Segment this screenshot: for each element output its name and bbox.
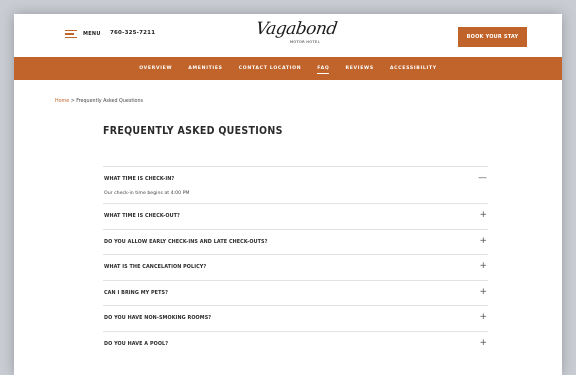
faq-question: DO YOU HAVE A POOL? [104, 340, 169, 347]
faq-item[interactable]: CAN I BRING MY PETS? + [103, 279, 488, 306]
breadcrumb-home-link[interactable]: Home [55, 99, 69, 104]
breadcrumb-current: Frequently Asked Questions [76, 99, 144, 104]
faq-question: WHAT TIME IS CHECK-OUT? [104, 213, 180, 219]
site-logo[interactable]: Vagabond MOTOR HOTEL [254, 18, 339, 52]
nav-item-faq[interactable]: FAQ [317, 66, 330, 74]
menu-label: MENU [83, 31, 101, 37]
nav-item-contact-location[interactable]: CONTACT LOCATION [239, 66, 302, 71]
plus-icon[interactable]: + [479, 338, 487, 348]
page-title: FREQUENTLY ASKED QUESTIONS [103, 125, 283, 137]
plus-icon[interactable]: + [479, 236, 487, 246]
faq-answer: Our check-in time begins at 4:00 PM [104, 191, 190, 196]
faq-question: WHAT IS THE CANCELATION POLICY? [104, 264, 207, 271]
faq-item[interactable]: WHAT IS THE CANCELATION POLICY? + [103, 254, 488, 280]
site-header: MENU 760-325-7211 Vagabond MOTOR HOTEL B… [14, 14, 562, 56]
plus-icon[interactable]: + [479, 287, 487, 297]
faq-question: DO YOU ALLOW EARLY CHECK-INS AND LATE CH… [104, 238, 268, 245]
hamburger-icon [65, 30, 77, 38]
nav-item-overview[interactable]: OVERVIEW [139, 66, 172, 71]
faq-item[interactable]: DO YOU HAVE NON-SMOKING ROOMS? + [103, 305, 488, 331]
breadcrumb: Home > Frequently Asked Questions [55, 99, 143, 104]
faq-question: CAN I BRING MY PETS? [104, 289, 169, 296]
breadcrumb-separator: > [70, 99, 75, 104]
faq-question: DO YOU HAVE NON-SMOKING ROOMS? [104, 315, 212, 322]
faq-item[interactable]: DO YOU HAVE A POOL? + [103, 330, 488, 357]
main-nav: OVERVIEW AMENITIES CONTACT LOCATION FAQ … [14, 57, 562, 80]
browser-page: MENU 760-325-7211 Vagabond MOTOR HOTEL B… [14, 14, 562, 375]
logo-subtitle: MOTOR HOTEL [290, 40, 320, 44]
plus-icon[interactable]: + [479, 261, 487, 271]
plus-icon[interactable]: + [479, 312, 487, 322]
minus-icon[interactable]: — [478, 173, 487, 183]
book-your-stay-button[interactable]: BOOK YOUR STAY [458, 27, 527, 47]
plus-icon[interactable]: + [479, 210, 487, 220]
faq-list: WHAT TIME IS CHECK-IN? — Our check-in ti… [103, 166, 488, 357]
phone-link[interactable]: 760-325-7211 [110, 30, 155, 36]
faq-item[interactable]: WHAT TIME IS CHECK-IN? — Our check-in ti… [103, 166, 488, 203]
faq-question: WHAT TIME IS CHECK-IN? [104, 176, 175, 182]
nav-item-accessibility[interactable]: ACCESSIBILITY [390, 66, 437, 71]
menu-button[interactable]: MENU [65, 30, 101, 38]
nav-item-amenities[interactable]: AMENITIES [188, 66, 222, 71]
faq-item[interactable]: DO YOU ALLOW EARLY CHECK-INS AND LATE CH… [103, 228, 488, 255]
faq-item[interactable]: WHAT TIME IS CHECK-OUT? + [103, 203, 488, 229]
logo-script: Vagabond [254, 19, 339, 39]
nav-item-reviews[interactable]: REVIEWS [345, 66, 373, 71]
